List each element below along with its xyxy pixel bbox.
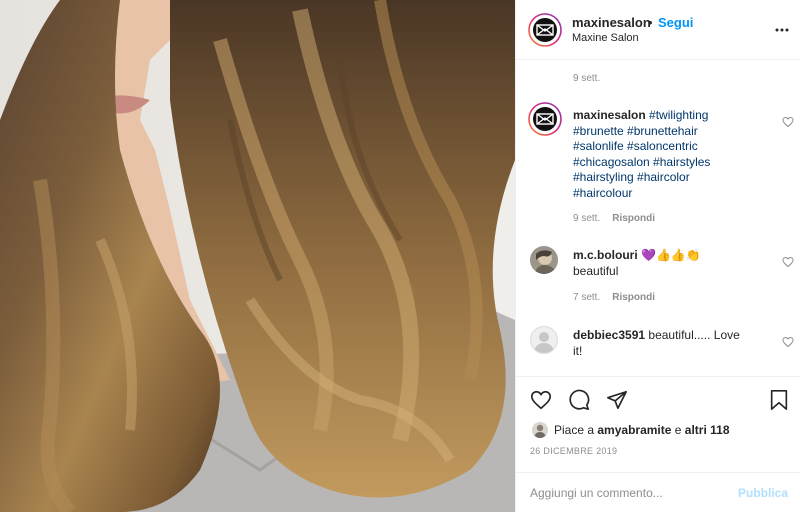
comment-like-heart-icon[interactable] — [782, 336, 794, 348]
commenter-username[interactable]: m.c.bolouri — [573, 248, 638, 262]
comment-emoji: 💜👍👍👏 — [641, 248, 701, 262]
salon-logo-icon — [528, 102, 562, 136]
profile-avatar[interactable] — [528, 13, 562, 52]
comment-time: 9 sett. — [573, 213, 601, 224]
comment-text: m.c.bolouri 💜👍👍👏 beautiful — [573, 248, 763, 279]
likes-conjunction: e — [674, 423, 682, 437]
post-header: maxinesalon • Segui Maxine Salon — [516, 0, 800, 60]
comment-like-heart-icon[interactable] — [782, 256, 794, 268]
default-user-icon — [534, 332, 554, 353]
caption-text: maxinesalon #twilighting #brunette #brun… — [573, 108, 763, 202]
paper-plane-icon[interactable] — [606, 389, 628, 411]
comment-body-continued: it! — [573, 343, 583, 358]
post-side-panel: maxinesalon • Segui Maxine Salon 9 sett. — [515, 0, 800, 512]
likes-user[interactable]: amyabramite — [597, 423, 671, 437]
comment-input[interactable] — [530, 481, 730, 505]
post-date[interactable]: 26 DICEMBRE 2019 — [530, 446, 617, 456]
more-dots-icon[interactable] — [774, 22, 790, 38]
post-photo[interactable] — [0, 0, 515, 512]
reply-button[interactable]: Rispondi — [612, 213, 655, 224]
comment-meta: 7 sett. Rispondi — [573, 292, 655, 303]
comment-time: 7 sett. — [573, 292, 601, 303]
header-full-name: Maxine Salon — [572, 32, 639, 44]
commenter-avatar[interactable] — [530, 326, 558, 354]
user-photo-icon — [530, 246, 558, 274]
caption-username[interactable]: maxinesalon — [573, 108, 646, 122]
commenter-avatar[interactable] — [530, 246, 558, 274]
instagram-post: maxinesalon • Segui Maxine Salon 9 sett. — [0, 0, 800, 512]
comments-list[interactable]: 9 sett. maxinesalon #twilighting #brunet… — [516, 60, 800, 376]
hashtag[interactable]: #brunette #brunettehair — [573, 124, 698, 138]
hashtag[interactable]: #chicagosalon #hairstyles — [573, 155, 710, 169]
heart-icon[interactable] — [530, 389, 552, 411]
comment-text: debbiec3591 beautiful..... Love it! — [573, 328, 763, 359]
add-comment-bar: Pubblica — [516, 472, 800, 512]
hashtag[interactable]: #twilighting — [649, 108, 708, 122]
comment-body: beautiful..... Love — [648, 328, 740, 342]
caption-meta: 9 sett. Rispondi — [573, 213, 655, 224]
hashtag[interactable]: #salonlife #saloncentric — [573, 139, 698, 153]
hashtag[interactable]: #haircolour — [573, 186, 632, 200]
user-photo-icon — [532, 422, 548, 438]
post-actions: Piace a amyabramite e altri 118 26 DICEM… — [516, 376, 800, 512]
header-separator: • — [648, 15, 653, 30]
likes-others[interactable]: altri 118 — [685, 423, 730, 437]
publish-button[interactable]: Pubblica — [738, 486, 788, 500]
hair-photo-illustration — [0, 0, 515, 512]
salon-logo-icon — [528, 13, 562, 47]
caption-avatar[interactable] — [528, 102, 562, 141]
header-username[interactable]: maxinesalon — [572, 15, 651, 30]
reply-button[interactable]: Rispondi — [612, 292, 655, 303]
likes-summary: Piace a amyabramite e altri 118 — [532, 421, 730, 439]
likes-prefix: Piace a — [554, 423, 595, 437]
hashtag[interactable]: #hairstyling #haircolor — [573, 170, 690, 184]
comment-body: beautiful — [573, 263, 619, 278]
liker-avatar[interactable] — [532, 422, 548, 438]
comment-like-heart-icon[interactable] — [782, 116, 794, 128]
comment-bubble-icon[interactable] — [568, 389, 590, 411]
follow-button[interactable]: Segui — [658, 15, 693, 30]
top-timestamp: 9 sett. — [573, 73, 601, 84]
commenter-username[interactable]: debbiec3591 — [573, 328, 645, 342]
bookmark-icon[interactable] — [768, 389, 790, 411]
